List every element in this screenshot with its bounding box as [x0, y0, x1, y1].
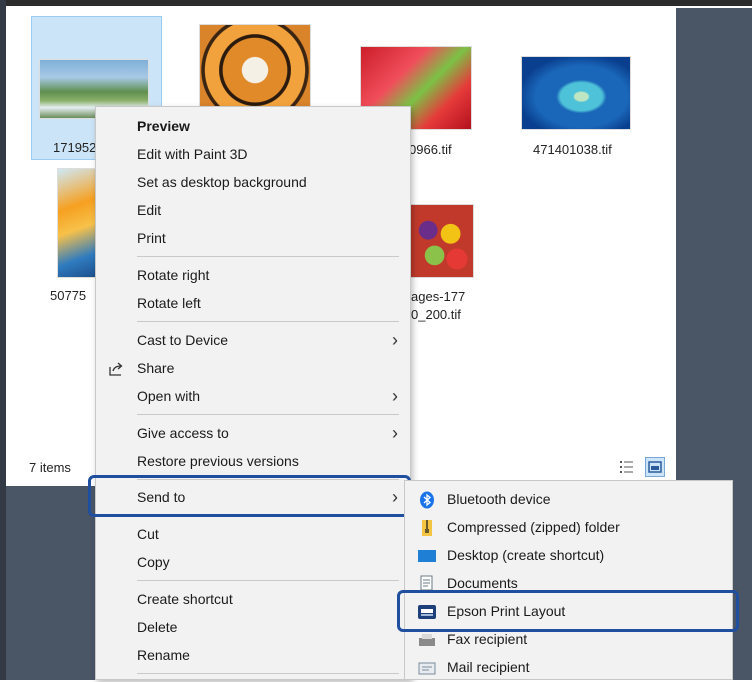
menu-item-label: Rotate right — [137, 267, 210, 283]
details-view-icon — [620, 461, 633, 473]
menu-item-restore-previous-versions[interactable]: Restore previous versions — [96, 448, 410, 476]
menu-separator — [137, 580, 399, 581]
details-view-button[interactable] — [617, 457, 637, 477]
file-name-line-1: ages-177 — [411, 289, 466, 304]
menu-item-label: Delete — [137, 619, 178, 635]
window-top-edge — [0, 0, 752, 6]
menu-item-rename[interactable]: Rename — [96, 642, 410, 670]
submenu-item-label: Bluetooth device — [447, 491, 551, 507]
menu-item-label: Restore previous versions — [137, 453, 299, 469]
file-name: 471401038.tif — [533, 142, 612, 157]
menu-item-label: Give access to — [137, 425, 229, 441]
menu-item-copy[interactable]: Copy — [96, 549, 410, 577]
menu-item-print[interactable]: Print — [96, 225, 410, 253]
menu-item-give-access-to[interactable]: Give access to › — [96, 420, 410, 448]
file-name: 50775 — [50, 288, 87, 303]
menu-item-label: Create shortcut — [137, 591, 233, 607]
menu-item-label: Open with — [137, 388, 201, 404]
file-item[interactable]: 471401038.tif — [519, 56, 659, 166]
item-count-label: 7 items — [29, 460, 71, 475]
menu-item-share[interactable]: Share — [96, 355, 410, 383]
menu-separator — [137, 673, 399, 674]
epson-print-layout-highlight — [397, 590, 739, 632]
submenu-item-label: Mail recipient — [447, 659, 530, 675]
juice-glass-thumbnail — [57, 168, 99, 278]
menu-item-create-shortcut[interactable]: Create shortcut — [96, 586, 410, 614]
window-left-edge — [0, 0, 6, 680]
submenu-item-desktop-shortcut[interactable]: Desktop (create shortcut) — [405, 542, 732, 570]
fruits-thumbnail — [408, 204, 474, 278]
submenu-item-label: Fax recipient — [447, 631, 528, 647]
submenu-arrow-icon: › — [392, 330, 398, 350]
menu-item-rotate-right[interactable]: Rotate right — [96, 262, 410, 290]
tiger-thumbnail — [199, 24, 311, 108]
menu-item-set-as-desktop-background[interactable]: Set as desktop background — [96, 169, 410, 197]
fax-icon — [419, 634, 435, 646]
submenu-item-bluetooth-device[interactable]: Bluetooth device — [405, 486, 732, 514]
menu-item-label: Preview — [137, 118, 190, 134]
file-item[interactable]: 50775 — [50, 168, 99, 308]
desktop-icon — [418, 550, 436, 562]
menu-item-cast-to-device[interactable]: Cast to Device › — [96, 327, 410, 355]
menu-item-label: Rotate left — [137, 295, 201, 311]
menu-separator — [137, 414, 399, 415]
menu-item-open-with[interactable]: Open with › — [96, 383, 410, 411]
menu-item-label: Set as desktop background — [137, 174, 307, 190]
submenu-arrow-icon: › — [392, 386, 398, 406]
send-to-highlight — [88, 475, 411, 517]
submenu-item-mail-recipient[interactable]: Mail recipient — [405, 654, 732, 682]
submenu-item-compressed-folder[interactable]: Compressed (zipped) folder — [405, 514, 732, 542]
island-thumbnail — [521, 56, 631, 130]
mail-icon — [418, 662, 436, 675]
submenu-item-label: Documents — [447, 575, 518, 591]
file-name-line-2: 0_200.tif — [411, 307, 461, 322]
share-icon — [109, 362, 123, 376]
menu-separator — [137, 321, 399, 322]
submenu-item-label: Desktop (create shortcut) — [447, 547, 605, 563]
bluetooth-icon — [420, 491, 434, 509]
submenu-arrow-icon: › — [392, 423, 398, 443]
menu-item-label: Edit — [137, 202, 162, 218]
menu-item-edit[interactable]: Edit — [96, 197, 410, 225]
file-name: 171952 — [53, 140, 97, 155]
context-menu: Preview Edit with Paint 3D Set as deskto… — [95, 106, 411, 680]
zip-folder-icon — [422, 520, 432, 536]
large-icons-view-icon — [648, 461, 662, 473]
menu-item-label: Cut — [137, 526, 159, 542]
menu-item-label: Rename — [137, 647, 190, 663]
menu-item-delete[interactable]: Delete — [96, 614, 410, 642]
menu-item-label: Share — [137, 360, 175, 376]
file-name: 0966.tif — [409, 142, 452, 157]
menu-item-edit-with-paint-3d[interactable]: Edit with Paint 3D — [96, 141, 410, 169]
menu-item-label: Print — [137, 230, 166, 246]
menu-separator — [137, 256, 399, 257]
menu-item-label: Cast to Device — [137, 332, 229, 348]
menu-item-label: Edit with Paint 3D — [137, 146, 248, 162]
send-to-submenu: Bluetooth device Compressed (zipped) fol… — [404, 480, 733, 680]
submenu-item-label: Compressed (zipped) folder — [447, 519, 620, 535]
menu-item-cut[interactable]: Cut — [96, 521, 410, 549]
menu-item-rotate-left[interactable]: Rotate left — [96, 290, 410, 318]
file-item[interactable] — [199, 24, 311, 108]
file-item[interactable]: ages-177 0_200.tif — [405, 204, 495, 324]
large-icons-view-button[interactable] — [645, 457, 665, 477]
menu-item-preview[interactable]: Preview — [96, 113, 410, 141]
menu-item-label: Copy — [137, 554, 170, 570]
